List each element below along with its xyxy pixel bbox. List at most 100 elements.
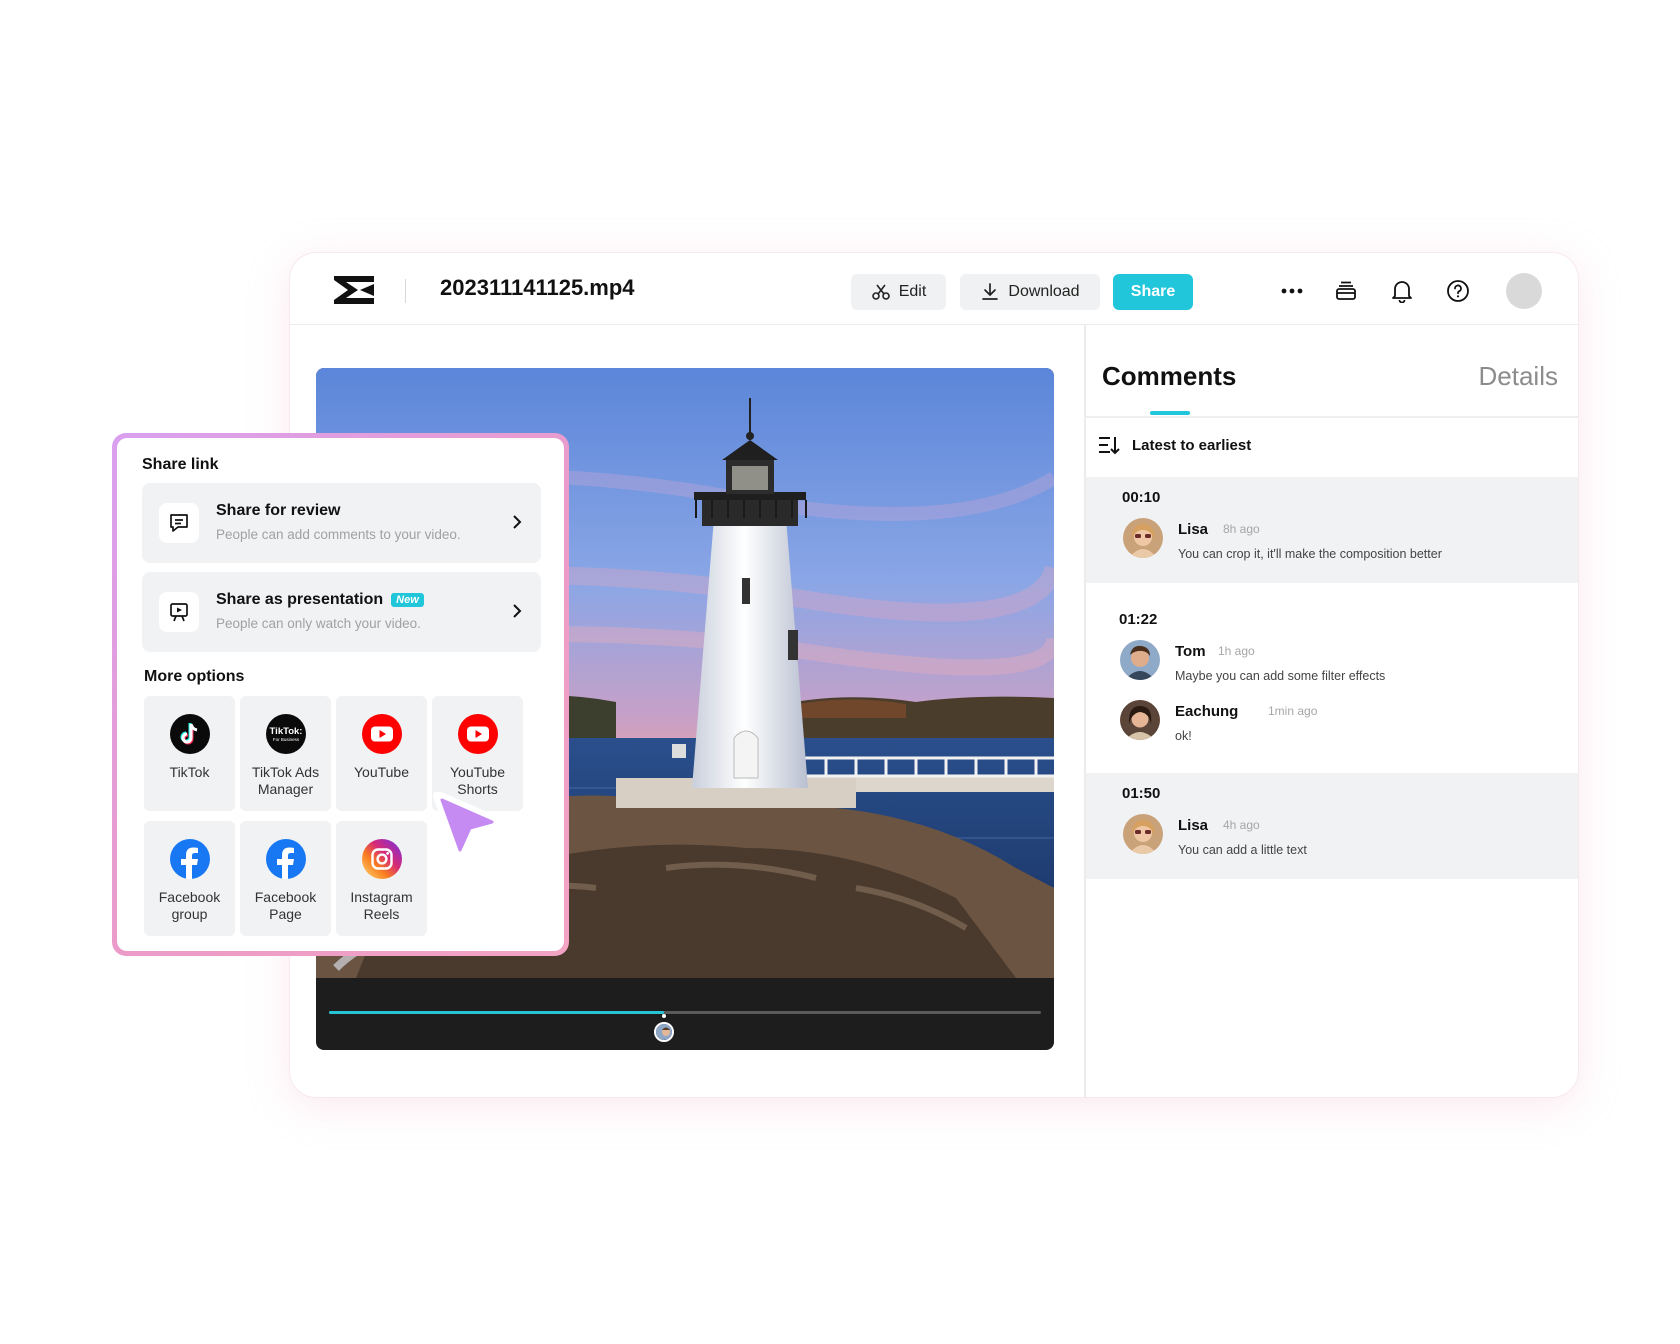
option-label-line1: TikTok Ads	[251, 764, 320, 780]
comment-text: You can crop it, it'll make the composit…	[1178, 547, 1442, 561]
tiktok-for-business-icon-text: TikTok:	[270, 726, 303, 737]
user-avatar[interactable]	[1506, 273, 1542, 309]
avatar-lisa	[1123, 814, 1163, 854]
sort-icon	[1099, 437, 1120, 455]
capcut-logo-icon[interactable]	[332, 273, 376, 307]
comment-time: 8h ago	[1223, 522, 1260, 536]
comment-timestamp[interactable]: 00:10	[1122, 489, 1160, 506]
tabs-separator	[1086, 416, 1578, 418]
option-label: TikTok	[144, 764, 235, 781]
file-title: 202311141125.mp4	[440, 275, 635, 300]
download-label: Download	[1008, 283, 1080, 300]
option-label: Instagram Reels	[336, 889, 427, 923]
share-label: Share	[1130, 283, 1176, 300]
share-for-review-title: Share for review	[216, 502, 341, 520]
comment-group[interactable]: 01:50 Lisa 4h ago You can add a little t…	[1086, 773, 1578, 879]
share-facebook-group-option[interactable]: Facebook group	[144, 821, 235, 936]
comment-icon	[159, 503, 199, 543]
download-icon	[982, 283, 999, 300]
option-label-line2: Reels	[363, 906, 400, 922]
top-bar: 202311141125.mp4 Edit Download Share	[290, 253, 1578, 325]
share-youtube-option[interactable]: YouTube	[336, 696, 427, 811]
option-label: YouTube	[336, 764, 427, 781]
commenter-name: Lisa	[1178, 817, 1209, 834]
comment-time: 4h ago	[1223, 818, 1260, 832]
comment-timestamp[interactable]: 01:22	[1119, 611, 1157, 628]
facebook-icon	[170, 839, 210, 879]
option-label: TikTok Ads Manager	[240, 764, 331, 798]
option-label-line2: group	[171, 906, 208, 922]
stack-icon[interactable]	[1332, 277, 1360, 305]
comment-marker-avatar[interactable]	[653, 1022, 674, 1042]
comment-text: You can add a little text	[1178, 843, 1307, 857]
comment-group[interactable]: 01:22 Tom 1h ago Maybe you can add some …	[1086, 583, 1578, 773]
youtube-icon	[458, 714, 498, 754]
more-options-heading: More options	[144, 668, 245, 685]
edit-button[interactable]: Edit	[851, 274, 946, 310]
download-button[interactable]: Download	[960, 274, 1100, 310]
sort-dropdown[interactable]: Latest to earliest	[1098, 435, 1251, 455]
share-as-presentation-title-text: Share as presentation	[216, 591, 384, 608]
commenter-name: Eachung	[1175, 703, 1239, 720]
share-facebook-page-option[interactable]: Facebook Page	[240, 821, 331, 936]
comment-timestamp[interactable]: 01:50	[1122, 785, 1160, 802]
active-tab-indicator	[1150, 411, 1190, 415]
comment-text: Maybe you can add some filter effects	[1175, 669, 1386, 683]
instagram-icon	[362, 839, 402, 879]
share-button[interactable]: Share	[1113, 274, 1193, 310]
share-tiktok-ads-manager-option[interactable]: TikTok: For Business TikTok Ads Manager	[240, 696, 331, 811]
option-label-line2: Page	[269, 906, 302, 922]
progress-fill	[329, 1011, 664, 1014]
commenter-name: Tom	[1175, 643, 1206, 660]
commenter-name: Lisa	[1178, 521, 1209, 538]
option-label: Facebook Page	[240, 889, 331, 923]
facebook-icon	[266, 839, 306, 879]
comment-group[interactable]: 00:10 Lisa 8h ago You can crop it, it'll…	[1086, 477, 1578, 583]
presentation-icon	[159, 592, 199, 632]
tiktok-icon	[170, 714, 210, 754]
share-as-presentation-title: Share as presentation New	[216, 591, 424, 609]
avatar-tom	[1120, 640, 1160, 680]
bell-icon[interactable]	[1388, 277, 1416, 305]
option-label-line1: TikTok	[169, 764, 210, 780]
comment-text: ok!	[1175, 729, 1192, 743]
new-badge: New	[391, 593, 424, 607]
youtube-icon	[362, 714, 402, 754]
share-for-review-option[interactable]: Share for review People can add comments…	[142, 483, 541, 563]
option-label-line1: Facebook	[254, 889, 317, 905]
share-instagram-reels-option[interactable]: Instagram Reels	[336, 821, 427, 936]
comment-time: 1min ago	[1268, 704, 1318, 718]
playhead-marker[interactable]	[661, 1014, 666, 1018]
tab-details[interactable]: Details	[1479, 361, 1558, 392]
option-label-line1: Facebook	[158, 889, 221, 905]
share-popup: Share link Share for review People can a…	[117, 438, 564, 951]
scissors-icon	[871, 284, 890, 300]
progress-track[interactable]	[329, 1011, 1041, 1014]
share-for-review-title-text: Share for review	[216, 502, 341, 519]
option-label-line1: YouTube	[353, 764, 409, 780]
pointer-cursor-icon	[433, 792, 503, 861]
edit-label: Edit	[898, 283, 927, 300]
share-as-presentation-subtitle: People can only watch your video.	[216, 616, 421, 631]
share-popup-frame: Share link Share for review People can a…	[112, 433, 569, 956]
share-for-review-subtitle: People can add comments to your video.	[216, 527, 461, 542]
chevron-right-icon	[513, 604, 522, 618]
comments-panel: Comments Details Latest to earliest 00:1…	[1086, 325, 1578, 1097]
comment-time: 1h ago	[1218, 644, 1255, 658]
sort-label: Latest to earliest	[1132, 436, 1252, 454]
option-label-line2: Manager	[257, 781, 314, 797]
share-as-presentation-option[interactable]: Share as presentation New People can onl…	[142, 572, 541, 652]
more-options-icon[interactable]	[1278, 277, 1306, 305]
tiktok-for-business-icon-subtext: For Business	[273, 737, 300, 742]
share-tiktok-option[interactable]: TikTok	[144, 696, 235, 811]
chevron-right-icon	[513, 515, 522, 529]
tiktok-for-business-icon: TikTok: For Business	[266, 714, 306, 754]
avatar-eachung	[1120, 700, 1160, 740]
option-label-line1: YouTube	[449, 764, 505, 780]
screenshot-stage: 202311141125.mp4 Edit Download Share Com…	[0, 0, 1680, 1344]
avatar-lisa	[1123, 518, 1163, 558]
help-icon[interactable]	[1444, 277, 1472, 305]
tab-comments[interactable]: Comments	[1102, 361, 1236, 392]
share-link-heading: Share link	[142, 456, 219, 473]
option-label: Facebook group	[144, 889, 235, 923]
